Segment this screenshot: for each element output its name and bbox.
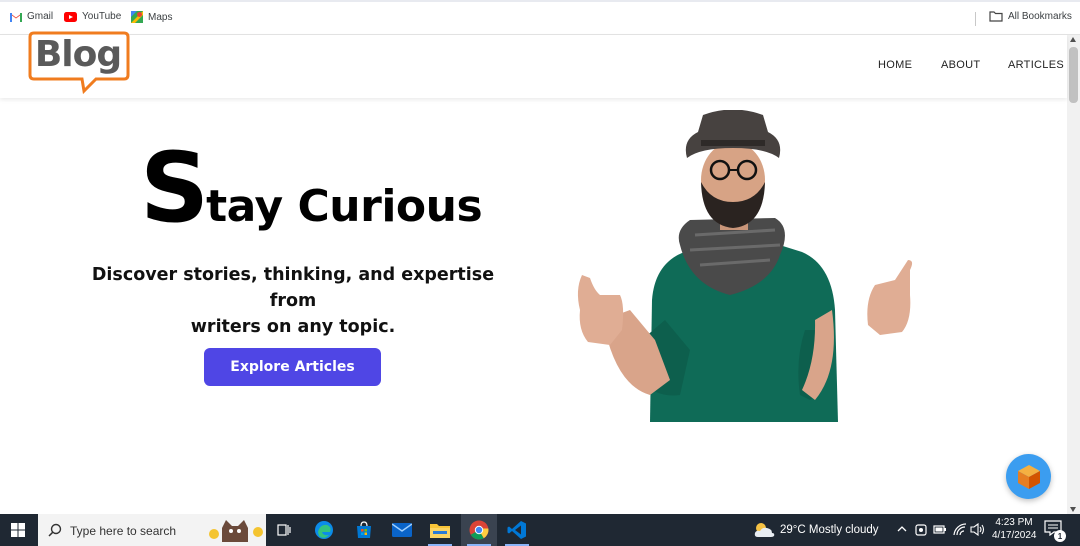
taskbar-vscode[interactable] [499, 514, 535, 546]
taskbar-file-explorer[interactable] [422, 514, 458, 546]
battery-icon[interactable] [933, 524, 947, 535]
search-placeholder: Type here to search [70, 524, 177, 538]
nav-home[interactable]: HOME [878, 59, 912, 71]
hero-title-rest: tay Curious [206, 181, 483, 232]
vscode-icon [507, 521, 526, 539]
edge-browser-icon [315, 521, 333, 539]
notification-badge: 1 [1054, 530, 1066, 542]
taskbar-search-box[interactable]: Type here to search [38, 514, 266, 546]
maps-icon [131, 11, 143, 23]
youtube-icon [64, 11, 77, 22]
hero-subtitle: Discover stories, thinking, and expertis… [80, 262, 506, 340]
chevron-up-icon[interactable] [897, 525, 907, 532]
scroll-down-arrow-icon[interactable] [1070, 507, 1076, 512]
clock-date: 4/17/2024 [992, 530, 1037, 541]
page-scrollbar[interactable] [1067, 35, 1080, 514]
clock-time: 4:23 PM [995, 517, 1033, 528]
task-view-icon [277, 524, 291, 536]
bookmarks-divider [975, 12, 976, 26]
mail-icon [392, 523, 412, 537]
nav-articles[interactable]: ARTICLES [1008, 59, 1064, 71]
folder-icon [989, 11, 1003, 22]
bookmarks-bar: Gmail YouTube Maps All Bookmarks [0, 0, 1080, 35]
bookmark-label: YouTube [82, 11, 122, 22]
hero-subtitle-line: Discover stories, thinking, and expertis… [91, 265, 495, 311]
windows-taskbar: Type here to search 29°C Mostly cloudy 4… [0, 514, 1080, 546]
site-header: Blog HOME ABOUT ARTICLES [0, 31, 1067, 98]
meet-now-icon[interactable] [915, 523, 927, 537]
cube-widget-button[interactable] [1006, 454, 1051, 499]
chrome-browser-icon [469, 520, 489, 540]
taskbar-mail[interactable] [384, 514, 420, 546]
bookmark-gmail[interactable]: Gmail [10, 11, 53, 22]
hero-subtitle-line: writers on any topic. [190, 317, 396, 337]
hero-title: Stay Curious [140, 140, 483, 236]
weather-cloudy-icon[interactable] [753, 521, 775, 539]
bookmark-label: Maps [148, 11, 173, 23]
file-explorer-icon [430, 524, 450, 538]
all-bookmarks-label: All Bookmarks [1008, 11, 1072, 22]
bookmark-maps[interactable]: Maps [131, 11, 172, 23]
hero-title-initial: S [140, 132, 209, 244]
hero-person-image [577, 110, 913, 422]
wifi-icon[interactable] [953, 523, 967, 536]
search-highlight-illustration-icon [209, 520, 263, 542]
task-view-button[interactable] [266, 514, 302, 546]
bookmark-youtube[interactable]: YouTube [64, 11, 121, 22]
bookmark-label: Gmail [27, 11, 54, 22]
clock[interactable]: 4:23 PM 4/17/2024 [992, 517, 1037, 541]
windows-logo-icon [11, 523, 25, 537]
scroll-up-arrow-icon[interactable] [1070, 37, 1076, 42]
blog-logo[interactable]: Blog [28, 31, 130, 97]
microsoft-store-icon [357, 521, 371, 538]
weather-text[interactable]: 29°C Mostly cloudy [780, 524, 879, 536]
all-bookmarks-button[interactable]: All Bookmarks [989, 11, 1072, 22]
start-button[interactable] [0, 514, 36, 546]
search-icon [48, 523, 62, 537]
gmail-icon [10, 12, 22, 22]
scroll-thumb[interactable] [1069, 47, 1078, 103]
logo-text: Blog [35, 34, 121, 75]
taskbar-edge[interactable] [306, 514, 342, 546]
taskbar-chrome[interactable] [461, 514, 497, 546]
nav-about[interactable]: ABOUT [941, 59, 980, 71]
notification-center-button[interactable]: 1 [1044, 520, 1066, 542]
volume-icon[interactable] [970, 523, 985, 536]
speech-bubble-logo-icon: Blog [28, 31, 130, 95]
taskbar-store[interactable] [346, 514, 382, 546]
explore-articles-button[interactable]: Explore Articles [204, 348, 381, 386]
cube-icon [1017, 464, 1040, 489]
